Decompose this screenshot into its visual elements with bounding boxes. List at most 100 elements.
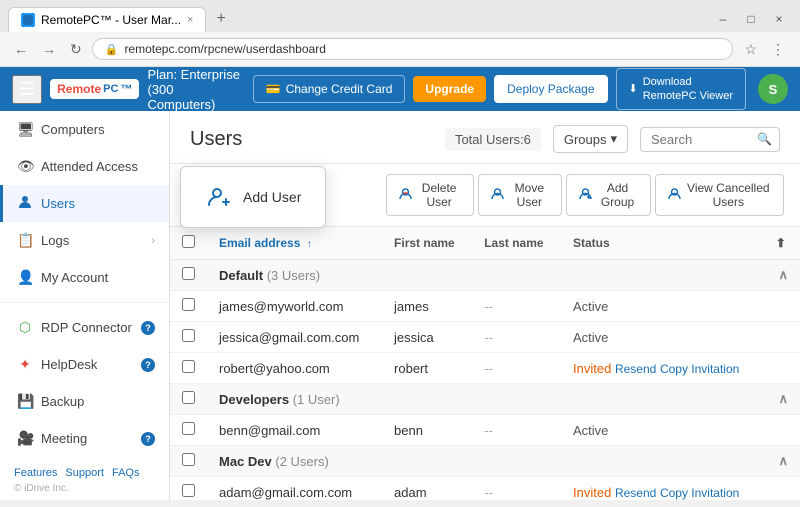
sidebar: 🖥 Computers 👁 Attended Access Users 📋 Lo… [0,111,170,500]
groups-label: Groups [564,132,607,147]
browser-chrome: RemotePC™ - User Mar... × + – □ × ← → ↻ … [0,0,800,67]
helpdesk-help-icon[interactable]: ? [141,358,155,372]
add-group-btn[interactable]: Add Group [566,174,650,216]
support-link[interactable]: Support [65,467,104,479]
row-lastname: -- [472,291,561,322]
row-action-link[interactable]: Resend [615,362,656,376]
delete-user-btn[interactable]: Delete User [386,174,474,216]
window-controls: – □ × [710,6,792,32]
col-email[interactable]: Email address ↑ [207,227,382,260]
forward-btn[interactable]: → [38,39,60,59]
group-collapse-btn[interactable]: ∧ [764,384,800,415]
sidebar-item-meeting[interactable]: 🎥 Meeting ? [0,420,169,457]
plan-label: Plan: Enterprise (300 Computers) [147,67,244,112]
row-checkbox[interactable] [182,484,195,497]
search-input[interactable] [651,132,751,147]
group-collapse-btn[interactable]: ∧ [764,446,800,477]
row-checkbox[interactable] [182,422,195,435]
row-extra [764,322,800,353]
group-checkbox[interactable] [182,267,195,280]
change-credit-card-btn[interactable]: 💳 Change Credit Card [253,75,406,103]
select-all-checkbox[interactable] [182,235,195,248]
group-header-row: Developers (1 User) ∧ [170,384,800,415]
address-bar[interactable]: 🔒 remotepc.com/rpcnew/userdashboard [92,38,734,60]
maximize-btn[interactable]: □ [738,6,764,32]
upgrade-btn[interactable]: Upgrade [413,76,486,102]
row-extra [764,415,800,446]
groups-btn[interactable]: Groups ▾ [553,125,628,153]
users-table: Email address ↑ First name Last name Sta… [170,227,800,500]
meeting-help-icon[interactable]: ? [141,432,155,446]
account-icon: 👤 [17,269,33,286]
logs-arrow: › [151,235,155,247]
add-group-icon [579,187,592,203]
sidebar-label-backup: Backup [41,394,84,409]
add-user-popup[interactable]: Add User [180,166,326,228]
rdp-help-icon[interactable]: ? [141,321,155,335]
row-action-link[interactable]: Copy Invitation [660,362,739,376]
sidebar-item-my-account[interactable]: 👤 My Account [0,259,169,296]
sidebar-label-rdp: RDP Connector [41,320,132,335]
users-icon [17,195,33,212]
faqs-link[interactable]: FAQs [112,467,140,479]
view-cancelled-btn[interactable]: View Cancelled Users [655,174,784,216]
col-status: Status [561,227,764,260]
sidebar-item-rdp[interactable]: ⬡ RDP Connector ? [0,309,169,346]
group-checkbox[interactable] [182,391,195,404]
download-icon: ⬇ [629,82,638,96]
row-firstname: benn [382,415,472,446]
tab-favicon [21,13,35,27]
row-action-link[interactable]: Resend [615,486,656,500]
row-checkbox[interactable] [182,298,195,311]
sidebar-label-logs: Logs [41,233,69,248]
logs-icon: 📋 [17,232,33,249]
hamburger-btn[interactable]: ☰ [12,75,42,104]
features-link[interactable]: Features [14,467,57,479]
sidebar-item-logs[interactable]: 📋 Logs › [0,222,169,259]
tab-bar: RemotePC™ - User Mar... × + – □ × [0,0,800,32]
content-header: Users Total Users:6 Groups ▾ 🔍 [170,111,800,164]
row-email: adam@gmail.com.com [207,477,382,501]
download-viewer-btn[interactable]: ⬇ DownloadRemotePC Viewer [616,68,747,111]
minimize-btn[interactable]: – [710,6,736,32]
refresh-btn[interactable]: ↻ [66,39,86,60]
row-status: Invited Resend Copy Invitation [561,353,764,384]
tab-close-btn[interactable]: × [187,14,193,26]
main-layout: 🖥 Computers 👁 Attended Access Users 📋 Lo… [0,111,800,500]
row-status: Active [561,291,764,322]
row-firstname: robert [382,353,472,384]
users-table-container: Email address ↑ First name Last name Sta… [170,227,800,500]
col-lastname: Last name [472,227,561,260]
close-btn[interactable]: × [766,6,792,32]
group-checkbox[interactable] [182,453,195,466]
new-tab-btn[interactable]: + [210,8,231,30]
row-checkbox[interactable] [182,329,195,342]
back-btn[interactable]: ← [10,39,32,59]
sidebar-item-helpdesk[interactable]: ✦ HelpDesk ? [0,346,169,383]
row-checkbox[interactable] [182,360,195,373]
search-box[interactable]: 🔍 [640,127,780,152]
sidebar-item-computers[interactable]: 🖥 Computers [0,111,169,148]
row-firstname: jessica [382,322,472,353]
row-email: jessica@gmail.com.com [207,322,382,353]
menu-icon[interactable]: ⋮ [766,39,790,60]
tab-title: RemotePC™ - User Mar... [41,13,181,27]
deploy-btn[interactable]: Deploy Package [494,75,607,103]
row-action-link[interactable]: Copy Invitation [660,486,739,500]
bookmark-icon[interactable]: ☆ [739,39,762,60]
search-icon: 🔍 [757,132,772,146]
user-avatar[interactable]: S [758,74,788,104]
browser-tab[interactable]: RemotePC™ - User Mar... × [8,7,206,32]
row-firstname: adam [382,477,472,501]
group-collapse-btn[interactable]: ∧ [764,260,800,291]
sidebar-item-backup[interactable]: 💾 Backup [0,383,169,420]
credit-card-icon: 💳 [266,82,281,96]
row-extra [764,477,800,501]
sidebar-item-attended-access[interactable]: 👁 Attended Access [0,148,169,185]
export-icon[interactable]: ⬆ [776,236,786,250]
table-row: robert@yahoo.com robert -- Invited Resen… [170,353,800,384]
table-row: benn@gmail.com benn -- Active [170,415,800,446]
sort-arrow-icon: ↑ [307,239,312,250]
sidebar-item-users[interactable]: Users [0,185,169,222]
move-user-btn[interactable]: Move User [478,174,562,216]
